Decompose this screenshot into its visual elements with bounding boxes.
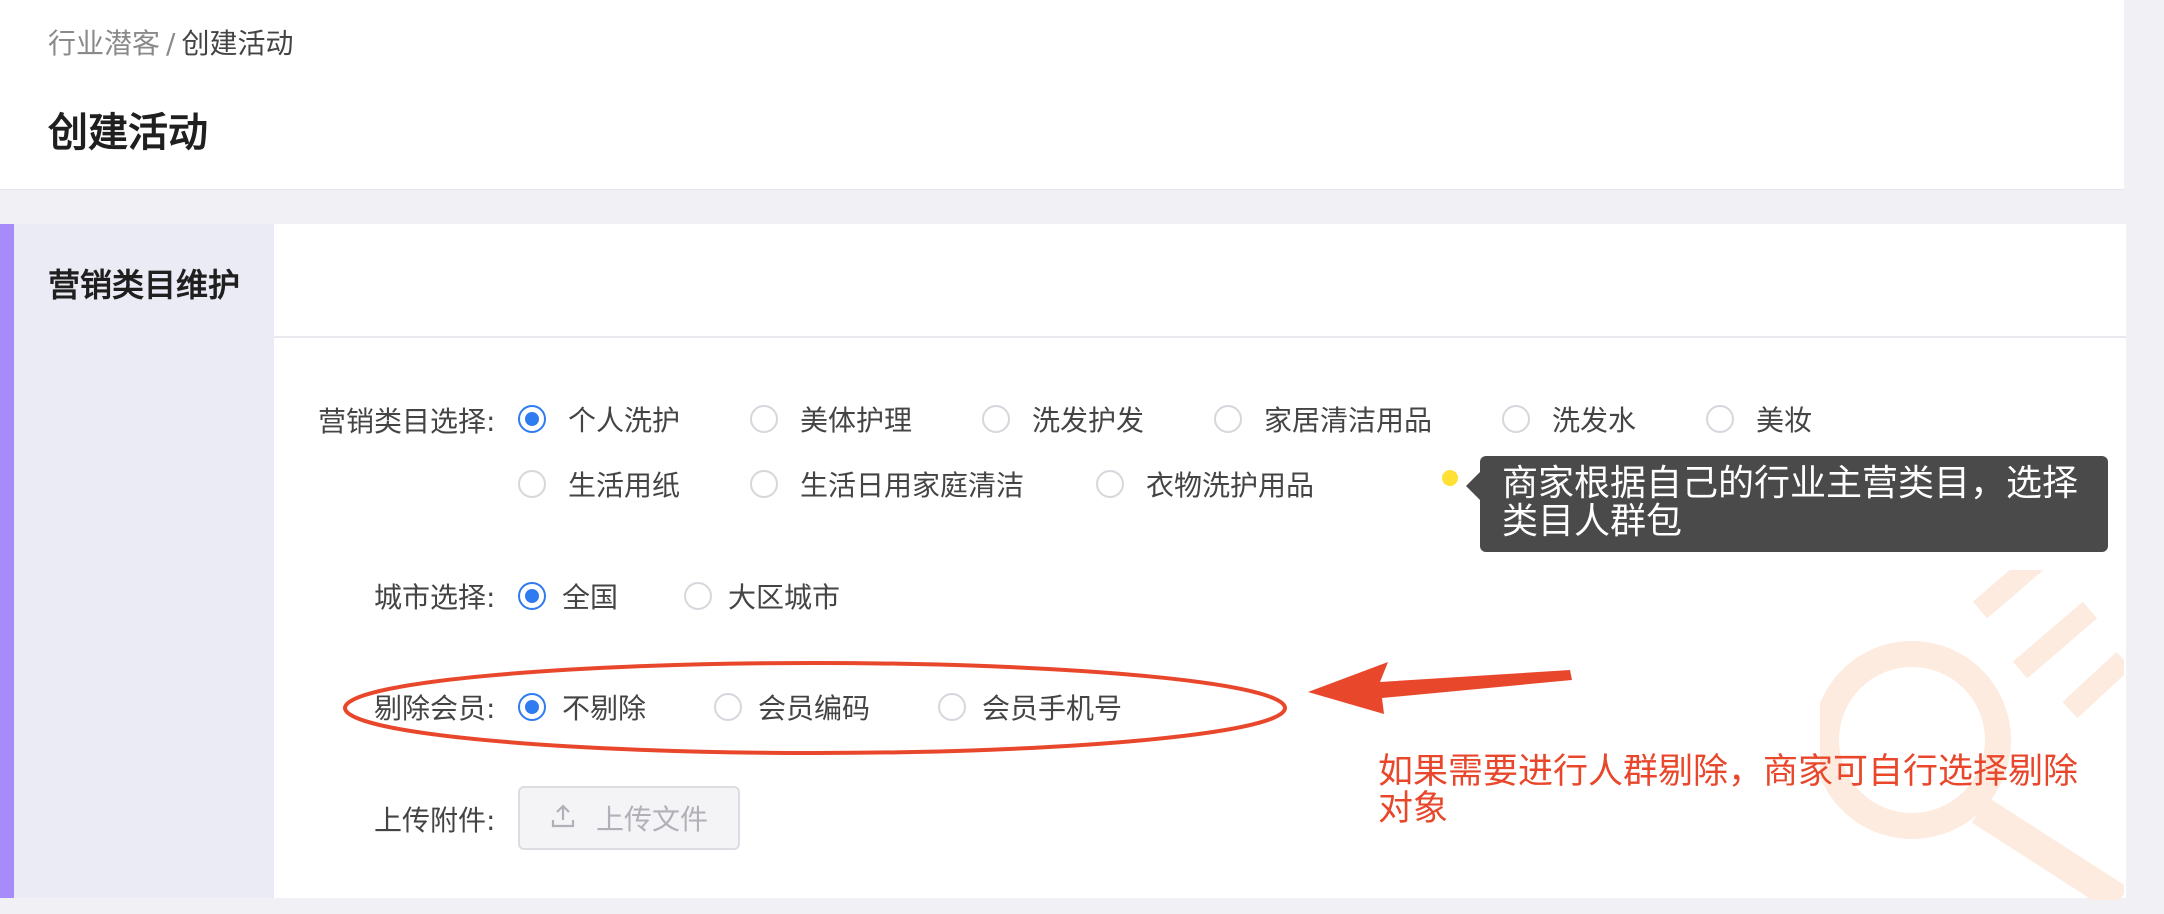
section-side-panel: 营销类目维护 bbox=[14, 224, 274, 898]
category-radio-personal-care[interactable]: 个人洗护 bbox=[518, 399, 680, 439]
radio-label: 生活用纸 bbox=[568, 469, 681, 502]
section-title: 营销类目维护 bbox=[48, 266, 241, 304]
page-title: 创建活动 bbox=[48, 110, 208, 156]
radio-circle bbox=[518, 470, 546, 498]
radio-circle bbox=[518, 405, 546, 433]
radio-circle bbox=[750, 405, 778, 433]
radio-circle bbox=[1706, 405, 1734, 433]
breadcrumb: 行业潜客 / 创建活动 bbox=[48, 22, 293, 62]
category-radio-tissue[interactable]: 生活用纸 bbox=[518, 464, 680, 504]
city-label: 城市选择: bbox=[374, 581, 496, 614]
breadcrumb-parent-link[interactable]: 行业潜客 bbox=[48, 27, 160, 60]
category-label: 营销类目选择: bbox=[318, 405, 496, 438]
radio-label: 生活日用家庭清洁 bbox=[800, 469, 1025, 502]
category-radio-household-cleaning[interactable]: 生活日用家庭清洁 bbox=[750, 464, 1024, 504]
city-radio-regional[interactable]: 大区城市 bbox=[684, 576, 840, 616]
radio-circle bbox=[982, 405, 1010, 433]
annotation-arrow-icon bbox=[1308, 662, 1572, 714]
category-radio-makeup[interactable]: 美妆 bbox=[1706, 399, 1812, 439]
category-radio-laundry-care[interactable]: 衣物洗护用品 bbox=[1096, 464, 1314, 504]
tooltip-dot bbox=[1442, 470, 1458, 486]
upload-button-label: 上传文件 bbox=[595, 803, 708, 836]
radio-label: 洗发护发 bbox=[1032, 404, 1145, 437]
category-radio-body-care[interactable]: 美体护理 bbox=[750, 399, 912, 439]
radio-circle bbox=[750, 470, 778, 498]
highlight-ellipse bbox=[343, 661, 1287, 755]
radio-circle bbox=[518, 582, 546, 610]
radio-label: 家居清洁用品 bbox=[1264, 404, 1433, 437]
radio-circle bbox=[684, 582, 712, 610]
radio-label: 大区城市 bbox=[728, 581, 841, 614]
city-radio-nationwide[interactable]: 全国 bbox=[518, 576, 618, 616]
category-radio-shampoo[interactable]: 洗发水 bbox=[1502, 399, 1636, 439]
category-tooltip: 商家根据自己的行业主营类目，选择类目人群包 bbox=[1466, 456, 2108, 552]
section-accent-bar bbox=[0, 224, 14, 898]
upload-icon bbox=[550, 803, 576, 833]
radio-label: 美体护理 bbox=[800, 404, 913, 437]
radio-label: 个人洗护 bbox=[568, 404, 681, 437]
radio-label: 衣物洗护用品 bbox=[1146, 469, 1315, 502]
annotation-text: 如果需要进行人群剔除，商家可自行选择剔除对象 bbox=[1378, 752, 2079, 829]
radio-label: 美妆 bbox=[1756, 404, 1813, 437]
page-header: 行业潜客 / 创建活动 创建活动 bbox=[0, 0, 2124, 190]
radio-label: 洗发水 bbox=[1552, 404, 1637, 437]
radio-circle bbox=[1502, 405, 1530, 433]
section-divider bbox=[274, 336, 2126, 338]
key-watermark-icon bbox=[1820, 570, 2124, 900]
radio-label: 全国 bbox=[562, 581, 619, 614]
radio-circle bbox=[1096, 470, 1124, 498]
breadcrumb-separator: / bbox=[166, 27, 176, 60]
upload-file-button[interactable]: 上传文件 bbox=[518, 786, 740, 850]
breadcrumb-current: 创建活动 bbox=[181, 27, 294, 60]
category-radio-home-cleaning[interactable]: 家居清洁用品 bbox=[1214, 399, 1432, 439]
radio-circle bbox=[1214, 405, 1242, 433]
upload-label: 上传附件: bbox=[374, 804, 496, 837]
category-radio-hair-care[interactable]: 洗发护发 bbox=[982, 399, 1144, 439]
